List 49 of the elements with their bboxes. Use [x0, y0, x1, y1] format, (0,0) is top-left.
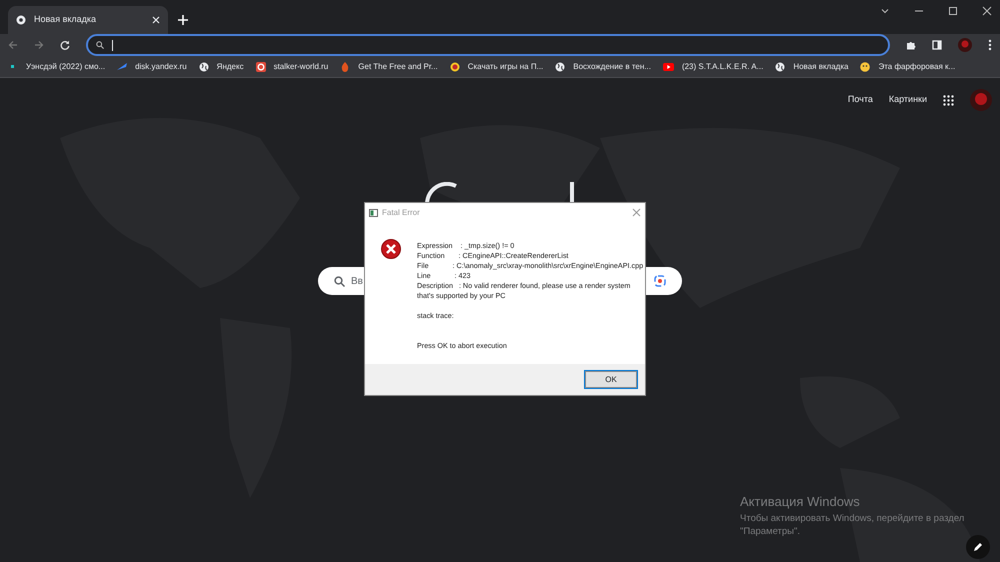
window-icon	[369, 208, 378, 217]
address-field[interactable]	[86, 34, 890, 56]
search-icon	[334, 276, 345, 286]
browser-tab[interactable]: Новая вкладка	[8, 6, 168, 34]
chevron-down-icon[interactable]	[880, 6, 890, 16]
globe-icon	[555, 62, 566, 72]
header-link[interactable]: Почта	[848, 93, 873, 107]
forward-arrow-icon[interactable]	[34, 40, 44, 50]
camera-lens-icon[interactable]	[654, 275, 666, 287]
bookmark[interactable]: Скачать игры на П...	[450, 60, 544, 72]
bookmark[interactable]: disk.yandex.ru	[117, 60, 187, 72]
new-tab-icon[interactable]	[178, 15, 188, 25]
bookmark[interactable]: stalker-world.ru	[256, 60, 328, 72]
text-cursor	[112, 40, 113, 50]
back-arrow-icon[interactable]	[8, 40, 18, 50]
activation-text: Чтобы активировать Windows, перейдите в раздел "Параметры".	[740, 512, 966, 538]
emblem-icon	[450, 62, 460, 72]
side-panel-icon[interactable]	[932, 40, 942, 50]
pencil-icon	[973, 542, 983, 552]
reload-icon[interactable]	[60, 40, 70, 50]
flame-icon	[340, 62, 350, 72]
globe-icon	[198, 62, 209, 72]
avatar-icon[interactable]	[970, 89, 992, 111]
error-icon	[381, 238, 401, 259]
globe-icon	[775, 62, 786, 72]
activation-title: Активация Windows	[740, 493, 861, 511]
kebab-menu-icon[interactable]	[988, 39, 992, 51]
maximize-icon[interactable]	[948, 6, 958, 16]
bookmark[interactable]: Уэнсдэй (2022) смо...	[8, 60, 106, 72]
search-icon	[96, 41, 104, 49]
smiley-icon	[860, 62, 870, 72]
globe-icon	[16, 15, 26, 25]
bookmark[interactable]: Get The Free and Pr...	[340, 60, 438, 72]
bookmark[interactable]: Эта фарфоровая к...	[860, 60, 956, 72]
play-icon	[662, 62, 674, 72]
apps-grid-icon[interactable]	[943, 94, 954, 106]
dialog-title: Fatal Error	[382, 206, 421, 219]
bookmark[interactable]: (23) S.T.A.L.K.E.R. A...	[662, 60, 764, 72]
bookmark[interactable]: Яндекс	[198, 60, 244, 72]
search-placeholder: Вв	[351, 274, 363, 288]
bookmark[interactable]: Восхождение в тен...	[555, 60, 651, 72]
header-link[interactable]: Картинки	[888, 93, 927, 107]
puzzle-icon[interactable]	[906, 40, 916, 50]
customize-button[interactable]	[966, 535, 990, 559]
ok-button[interactable]: OK	[585, 371, 637, 388]
tab-title: Новая вкладка	[34, 13, 98, 26]
ring-icon	[256, 62, 266, 72]
bookmark[interactable]: Новая вкладка	[775, 60, 848, 72]
close-icon[interactable]	[982, 6, 992, 16]
